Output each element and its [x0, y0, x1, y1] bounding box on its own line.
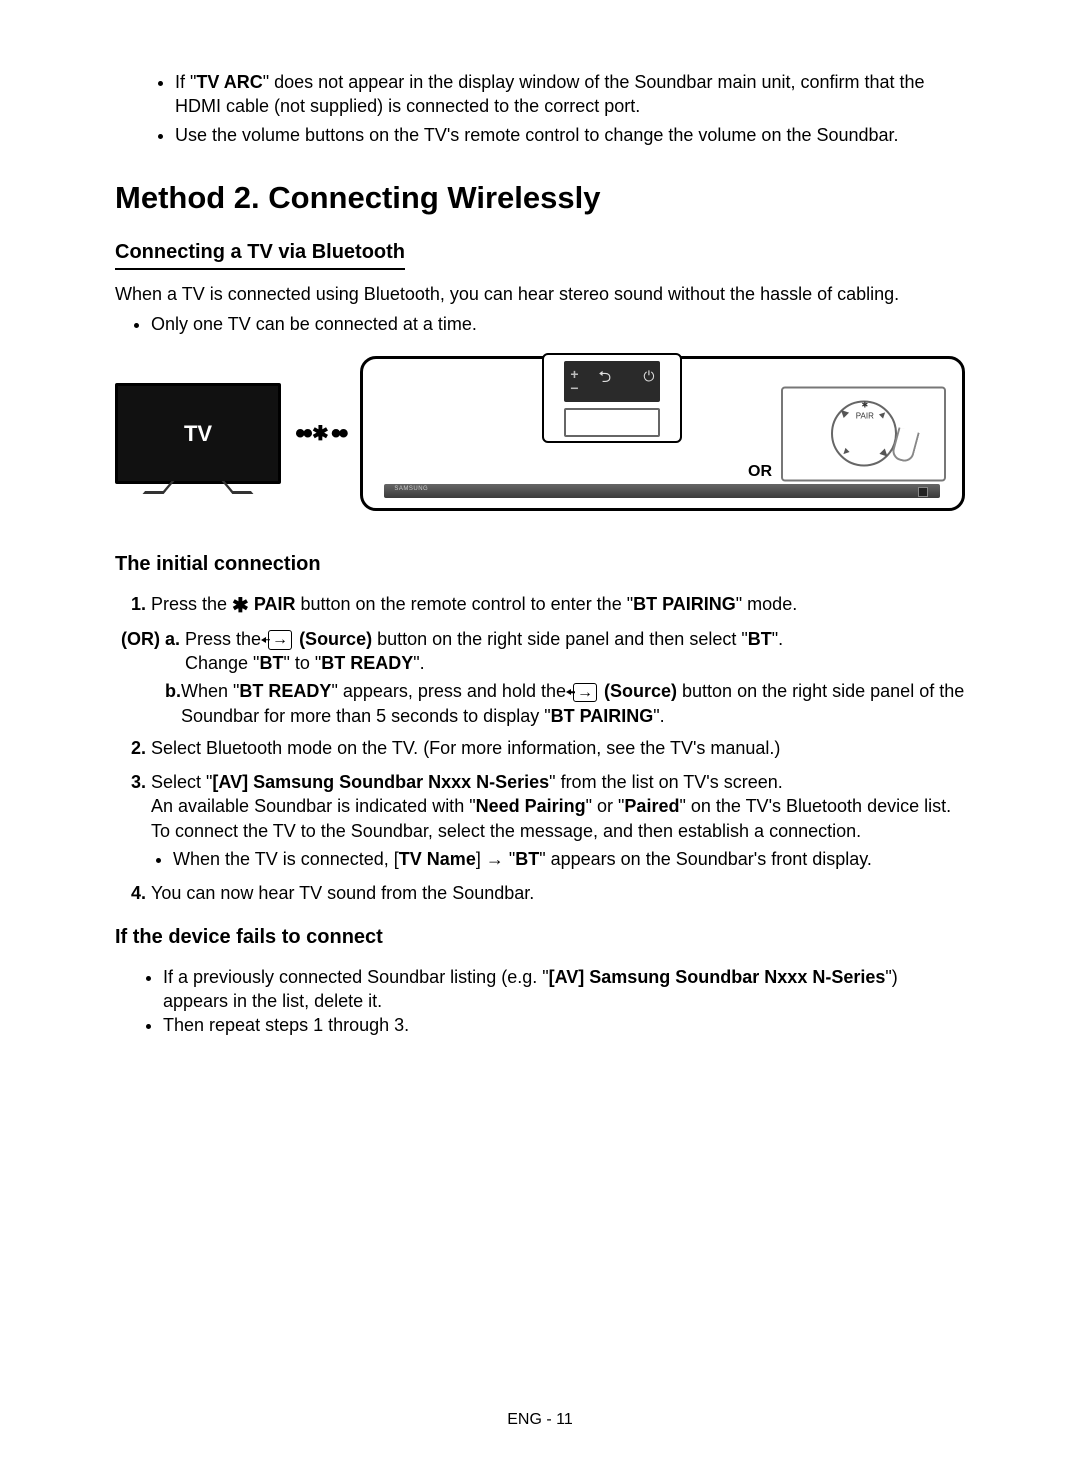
fail-bullet-1: If a previously connected Soundbar listi… [163, 965, 965, 1014]
substep-b: When "BT READY" appears, press and hold … [181, 679, 965, 728]
note-one-tv: Only one TV can be connected at a time. [151, 312, 965, 336]
soundbar-diagram-box: + − ⮌ ⏻ SAMSUNG OR ▲ ▼ ◀ ▶ ✱PAIR [360, 356, 965, 511]
text: Press the [151, 594, 232, 614]
bluetooth-pair-icon: ✱ [232, 596, 249, 616]
tv-label: TV [184, 419, 212, 449]
pair-icon: ✱PAIR [852, 401, 876, 423]
text-bold: TV ARC [196, 72, 262, 92]
fail-bullets: If a previously connected Soundbar listi… [133, 965, 965, 1038]
steps-list-contd: Select Bluetooth mode on the TV. (For mo… [115, 736, 965, 906]
text: If " [175, 72, 196, 92]
top-note-2: Use the volume buttons on the TV's remot… [175, 123, 965, 147]
pair-label: PAIR [254, 594, 296, 614]
or-label: OR [748, 461, 772, 483]
substep-a: Press the → (Source) button on the right… [185, 627, 783, 676]
text: button on the remote control to enter th… [296, 594, 634, 614]
volume-down-icon: − [570, 379, 578, 398]
text-bold: BT PAIRING [633, 594, 736, 614]
top-note-1: If "TV ARC" does not appear in the displ… [175, 70, 965, 119]
text: " does not appear in the display window … [175, 72, 925, 116]
soundbar-icon: SAMSUNG [384, 484, 940, 498]
page: If "TV ARC" does not appear in the displ… [0, 0, 1080, 1479]
step-3: Select "[AV] Samsung Soundbar Nxxx N-Ser… [151, 770, 965, 871]
bluetooth-link-icon: •• ⁠✱ •• [295, 414, 346, 455]
soundbar-control-closeup: + − ⮌ ⏻ [542, 353, 682, 443]
remote-diagram: ▲ ▼ ◀ ▶ ✱PAIR [781, 386, 946, 481]
subheading: Connecting a TV via Bluetooth [115, 239, 405, 270]
or-tag: (OR) [121, 627, 165, 728]
step-2: Select Bluetooth mode on the TV. (For mo… [151, 736, 965, 760]
source-icon: → [571, 683, 599, 703]
top-notes-list: If "TV ARC" does not appear in the displ… [153, 70, 965, 147]
step-3-subbullet: When the TV is connected, [TV Name] → "B… [151, 847, 965, 871]
substep-a-label: a. [165, 627, 185, 676]
tv-icon: TV [115, 383, 281, 484]
section-fail: If the device fails to connect [115, 924, 965, 951]
steps-list: Press the ✱ PAIR button on the remote co… [115, 592, 965, 616]
connection-diagram: TV •• ⁠✱ •• + − ⮌ ⏻ SAMSUNG OR ▲ [115, 356, 965, 511]
source-icon: → [266, 630, 294, 650]
or-block: (OR) a. Press the → (Source) button on t… [127, 627, 965, 728]
intro-line: When a TV is connected using Bluetooth, … [115, 282, 965, 306]
section-initial-connection: The initial connection [115, 551, 965, 578]
step-4: You can now hear TV sound from the Sound… [151, 881, 965, 905]
text: " mode. [736, 594, 797, 614]
note-list: Only one TV can be connected at a time. [121, 312, 965, 336]
power-icon: ⏻ [643, 367, 654, 386]
source-icon: ⮌ [598, 367, 611, 389]
bluetooth-icon: ⁠✱ [312, 424, 329, 444]
fail-bullet-2: Then repeat steps 1 through 3. [163, 1013, 965, 1037]
step-1: Press the ✱ PAIR button on the remote co… [151, 592, 965, 616]
method-heading: Method 2. Connecting Wirelessly [115, 177, 965, 219]
page-footer: ENG - 11 [0, 1409, 1080, 1431]
soundbar-outline-icon [564, 408, 660, 437]
substep-b-label: b. [165, 679, 181, 728]
